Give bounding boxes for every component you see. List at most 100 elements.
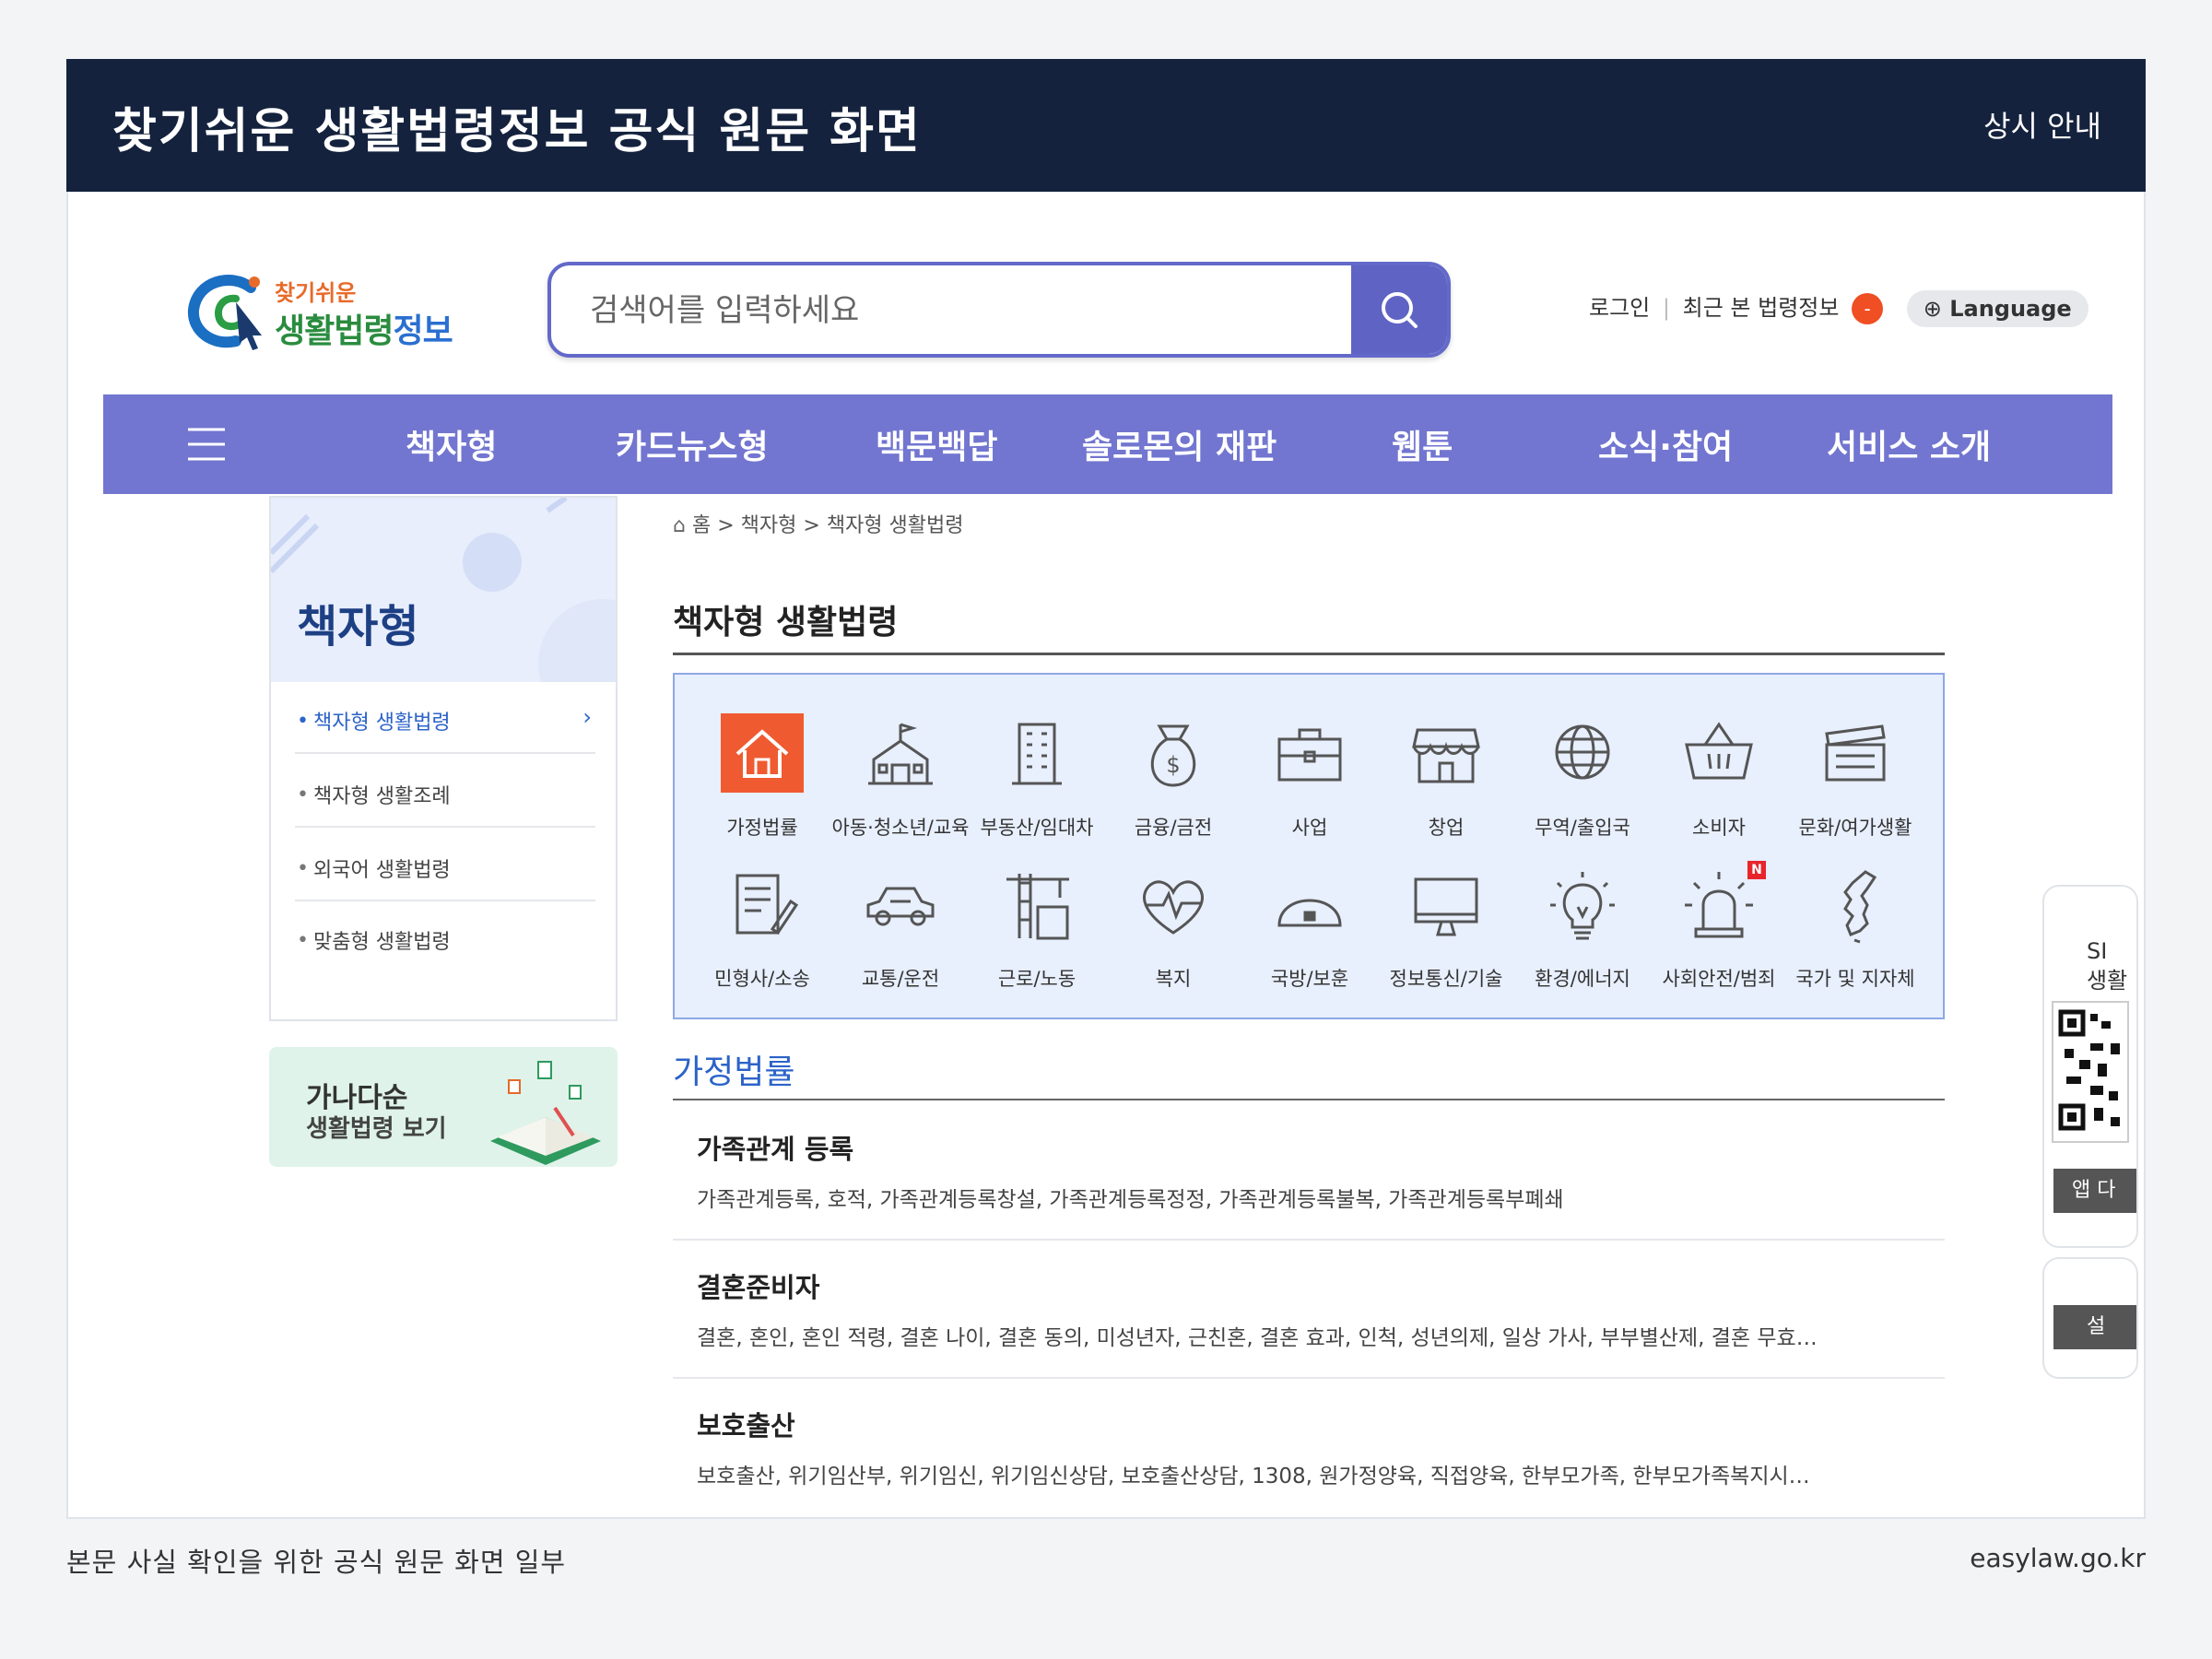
- sns-label: SI 생활: [2087, 938, 2128, 994]
- nav-item-about[interactable]: 서비스 소개: [1827, 420, 1991, 468]
- lightbulb-icon: [1550, 872, 1615, 940]
- side-nav-item-foreign-language[interactable]: • 외국어 생활법령: [295, 830, 595, 901]
- logo-text-green: 생활법령: [275, 312, 394, 350]
- house-icon: [721, 713, 804, 793]
- side-nav-label: 책자형 생활조례: [313, 785, 451, 808]
- banner-notice: 상시 안내: [1983, 109, 2101, 144]
- new-badge: N: [1747, 861, 1766, 879]
- top-links: 로그인 | 최근 본 법령정보 - ⊕ Language: [1589, 289, 2088, 332]
- search-input[interactable]: [588, 265, 1311, 354]
- page-title: 책자형 생활법령: [673, 604, 899, 641]
- clapperboard-icon: [1825, 724, 1886, 782]
- globe-icon: [1555, 724, 1610, 780]
- globe-icon: ⊕: [1923, 296, 1942, 322]
- breadcrumb: ⌂ 홈 > 책자형 > 책자형 생활법령: [673, 509, 964, 538]
- side-nav-item-custom[interactable]: • 맞춤형 생활법령: [295, 901, 595, 973]
- section-divider: [673, 1099, 1945, 1100]
- site-logo[interactable]: 찾기쉬운 생활법령정보: [186, 267, 453, 350]
- settings-button[interactable]: 설: [2053, 1305, 2136, 1349]
- nav-item-webtoon[interactable]: 웹툰: [1392, 420, 1453, 468]
- section-title: 가정법률: [673, 1053, 795, 1091]
- category-culture-leisure[interactable]: 문화/여가생활: [1786, 713, 1924, 842]
- school-icon: [868, 723, 933, 785]
- list-item[interactable]: 가족관계 등록 가족관계등록, 호적, 가족관계등록창설, 가족관계등록정정, …: [673, 1102, 1945, 1241]
- crane-icon: [1006, 874, 1069, 940]
- top-banner: 찾기쉬운 생활법령정보 공식 원문 화면 상시 안내: [66, 59, 2146, 192]
- open-book-icon: [490, 1061, 601, 1165]
- app-download-button[interactable]: 앱 다: [2053, 1169, 2136, 1213]
- list-item-keywords: 보호출산, 위기임산부, 위기임신, 위기임신상담, 보호출산상담, 1308,…: [697, 1465, 1810, 1488]
- document-pen-icon: [735, 874, 799, 935]
- qr-code-icon: [2052, 1001, 2129, 1143]
- nav-item-faq[interactable]: 백문백답: [876, 420, 997, 468]
- logo-main-text: 생활법령정보: [275, 304, 453, 352]
- side-app-widget: SI 생활 앱 다: [2042, 885, 2138, 1248]
- banner-title: 찾기쉬운 생활법령정보 공식 원문 화면: [112, 104, 922, 159]
- side-nav-label: 책자형 생활법령: [313, 712, 451, 735]
- money-bag-icon: $: [1150, 724, 1196, 787]
- banner-line2: 생활법령 보기: [306, 1115, 447, 1143]
- category-label: 국가 및 지자체: [1795, 968, 1915, 990]
- alphabetical-list-banner[interactable]: 가나다순 생활법령 보기: [269, 1047, 618, 1167]
- side-nav-label: 외국어 생활법령: [313, 859, 451, 882]
- side-settings-widget: 설: [2042, 1257, 2138, 1379]
- chevron-right-icon: ›: [582, 704, 592, 730]
- home-icon[interactable]: ⌂: [673, 514, 686, 537]
- category-grid: 가정법률 아동·청소년/교육 부동산/임대차 $ 금융/금전 사업 창업 무역/…: [673, 673, 1945, 1019]
- breadcrumb-separator: >: [803, 514, 820, 537]
- language-button[interactable]: ⊕ Language: [1906, 290, 2088, 327]
- list-item-title: 결혼준비자: [697, 1272, 820, 1303]
- main-navigation: 책자형 카드뉴스형 백문백답 솔로몬의 재판 웹툰 소식·참여 서비스 소개: [103, 394, 2112, 494]
- logo-text-blue: 정보: [393, 312, 453, 350]
- list-item[interactable]: 결혼준비자 결혼, 혼인, 혼인 적령, 결혼 나이, 결혼 동의, 미성년자,…: [673, 1241, 1945, 1379]
- nav-item-news[interactable]: 소식·참여: [1598, 420, 1733, 468]
- nav-item-solomon[interactable]: 솔로몬의 재판: [1082, 420, 1277, 468]
- side-nav-item-booklet-ordinance[interactable]: • 책자형 생활조례: [295, 756, 595, 828]
- caption-source: easylaw.go.kr: [1970, 1543, 2146, 1573]
- heartbeat-icon: [1143, 880, 1204, 935]
- list-item[interactable]: 보호출산 보호출산, 위기임산부, 위기임신, 위기임신상담, 보호출산상담, …: [673, 1379, 1945, 1517]
- recent-laws-link[interactable]: 최근 본 법령정보: [1683, 295, 1840, 321]
- search-button[interactable]: [1351, 265, 1447, 354]
- monitor-icon: [1414, 877, 1478, 936]
- basket-icon: [1685, 722, 1753, 780]
- side-navigation: 책자형 • 책자형 생활법령 › • 책자형 생활조례 • 외국어 생활법령 •…: [269, 496, 618, 1021]
- category-home-law[interactable]: 가정법률: [693, 713, 831, 842]
- logo-top-text: 찾기쉬운: [275, 280, 357, 306]
- bullet-icon: •: [297, 710, 309, 733]
- category-state-local[interactable]: 국가 및 지자체: [1786, 865, 1924, 994]
- logo-mark-icon: [187, 275, 262, 350]
- title-divider: [673, 653, 1945, 655]
- helmet-icon: [1277, 899, 1342, 927]
- side-nav-title: 책자형: [297, 601, 419, 653]
- nav-item-cardnews[interactable]: 카드뉴스형: [616, 420, 769, 468]
- nav-item-booklet[interactable]: 책자형: [406, 420, 497, 468]
- bullet-icon: •: [297, 929, 309, 952]
- login-link[interactable]: 로그인: [1589, 295, 1650, 321]
- caption-left: 본문 사실 확인을 위한 공식 원문 화면 일부: [66, 1547, 567, 1578]
- hamburger-menu-icon[interactable]: [186, 424, 227, 465]
- category-civil-criminal[interactable]: 민형사/소송: [693, 865, 831, 994]
- breadcrumb-separator: >: [717, 514, 735, 537]
- list-item-keywords: 가족관계등록, 호적, 가족관계등록창설, 가족관계등록정정, 가족관계등록불복…: [697, 1188, 1564, 1212]
- website-frame: 찾기쉬운 생활법령정보 로그인 | 최근 본 법령정보 - ⊕ Language…: [66, 192, 2146, 1519]
- side-nav-header: 책자형: [271, 498, 616, 682]
- breadcrumb-home[interactable]: 홈: [692, 514, 711, 537]
- storefront-icon: [1412, 728, 1480, 783]
- language-label: Language: [1949, 296, 2072, 322]
- link-separator: |: [1662, 295, 1670, 321]
- svg-text:$: $: [1166, 752, 1180, 778]
- side-nav-item-booklet-law[interactable]: • 책자형 생활법령 ›: [295, 682, 595, 754]
- car-icon: [866, 887, 935, 926]
- side-nav-label: 맞춤형 생활법령: [313, 931, 451, 954]
- breadcrumb-level1[interactable]: 책자형: [741, 514, 797, 537]
- search-box: [547, 262, 1451, 358]
- bullet-icon: •: [297, 857, 309, 880]
- search-icon: [1382, 292, 1418, 328]
- list-item-title: 가족관계 등록: [697, 1134, 854, 1165]
- briefcase-icon: [1277, 728, 1342, 782]
- building-icon: [1012, 723, 1062, 785]
- list-item-keywords: 결혼, 혼인, 혼인 적령, 결혼 나이, 결혼 동의, 미성년자, 근친혼, …: [697, 1326, 1818, 1350]
- korea-map-icon: [1843, 870, 1877, 944]
- breadcrumb-level2[interactable]: 책자형 생활법령: [827, 514, 964, 537]
